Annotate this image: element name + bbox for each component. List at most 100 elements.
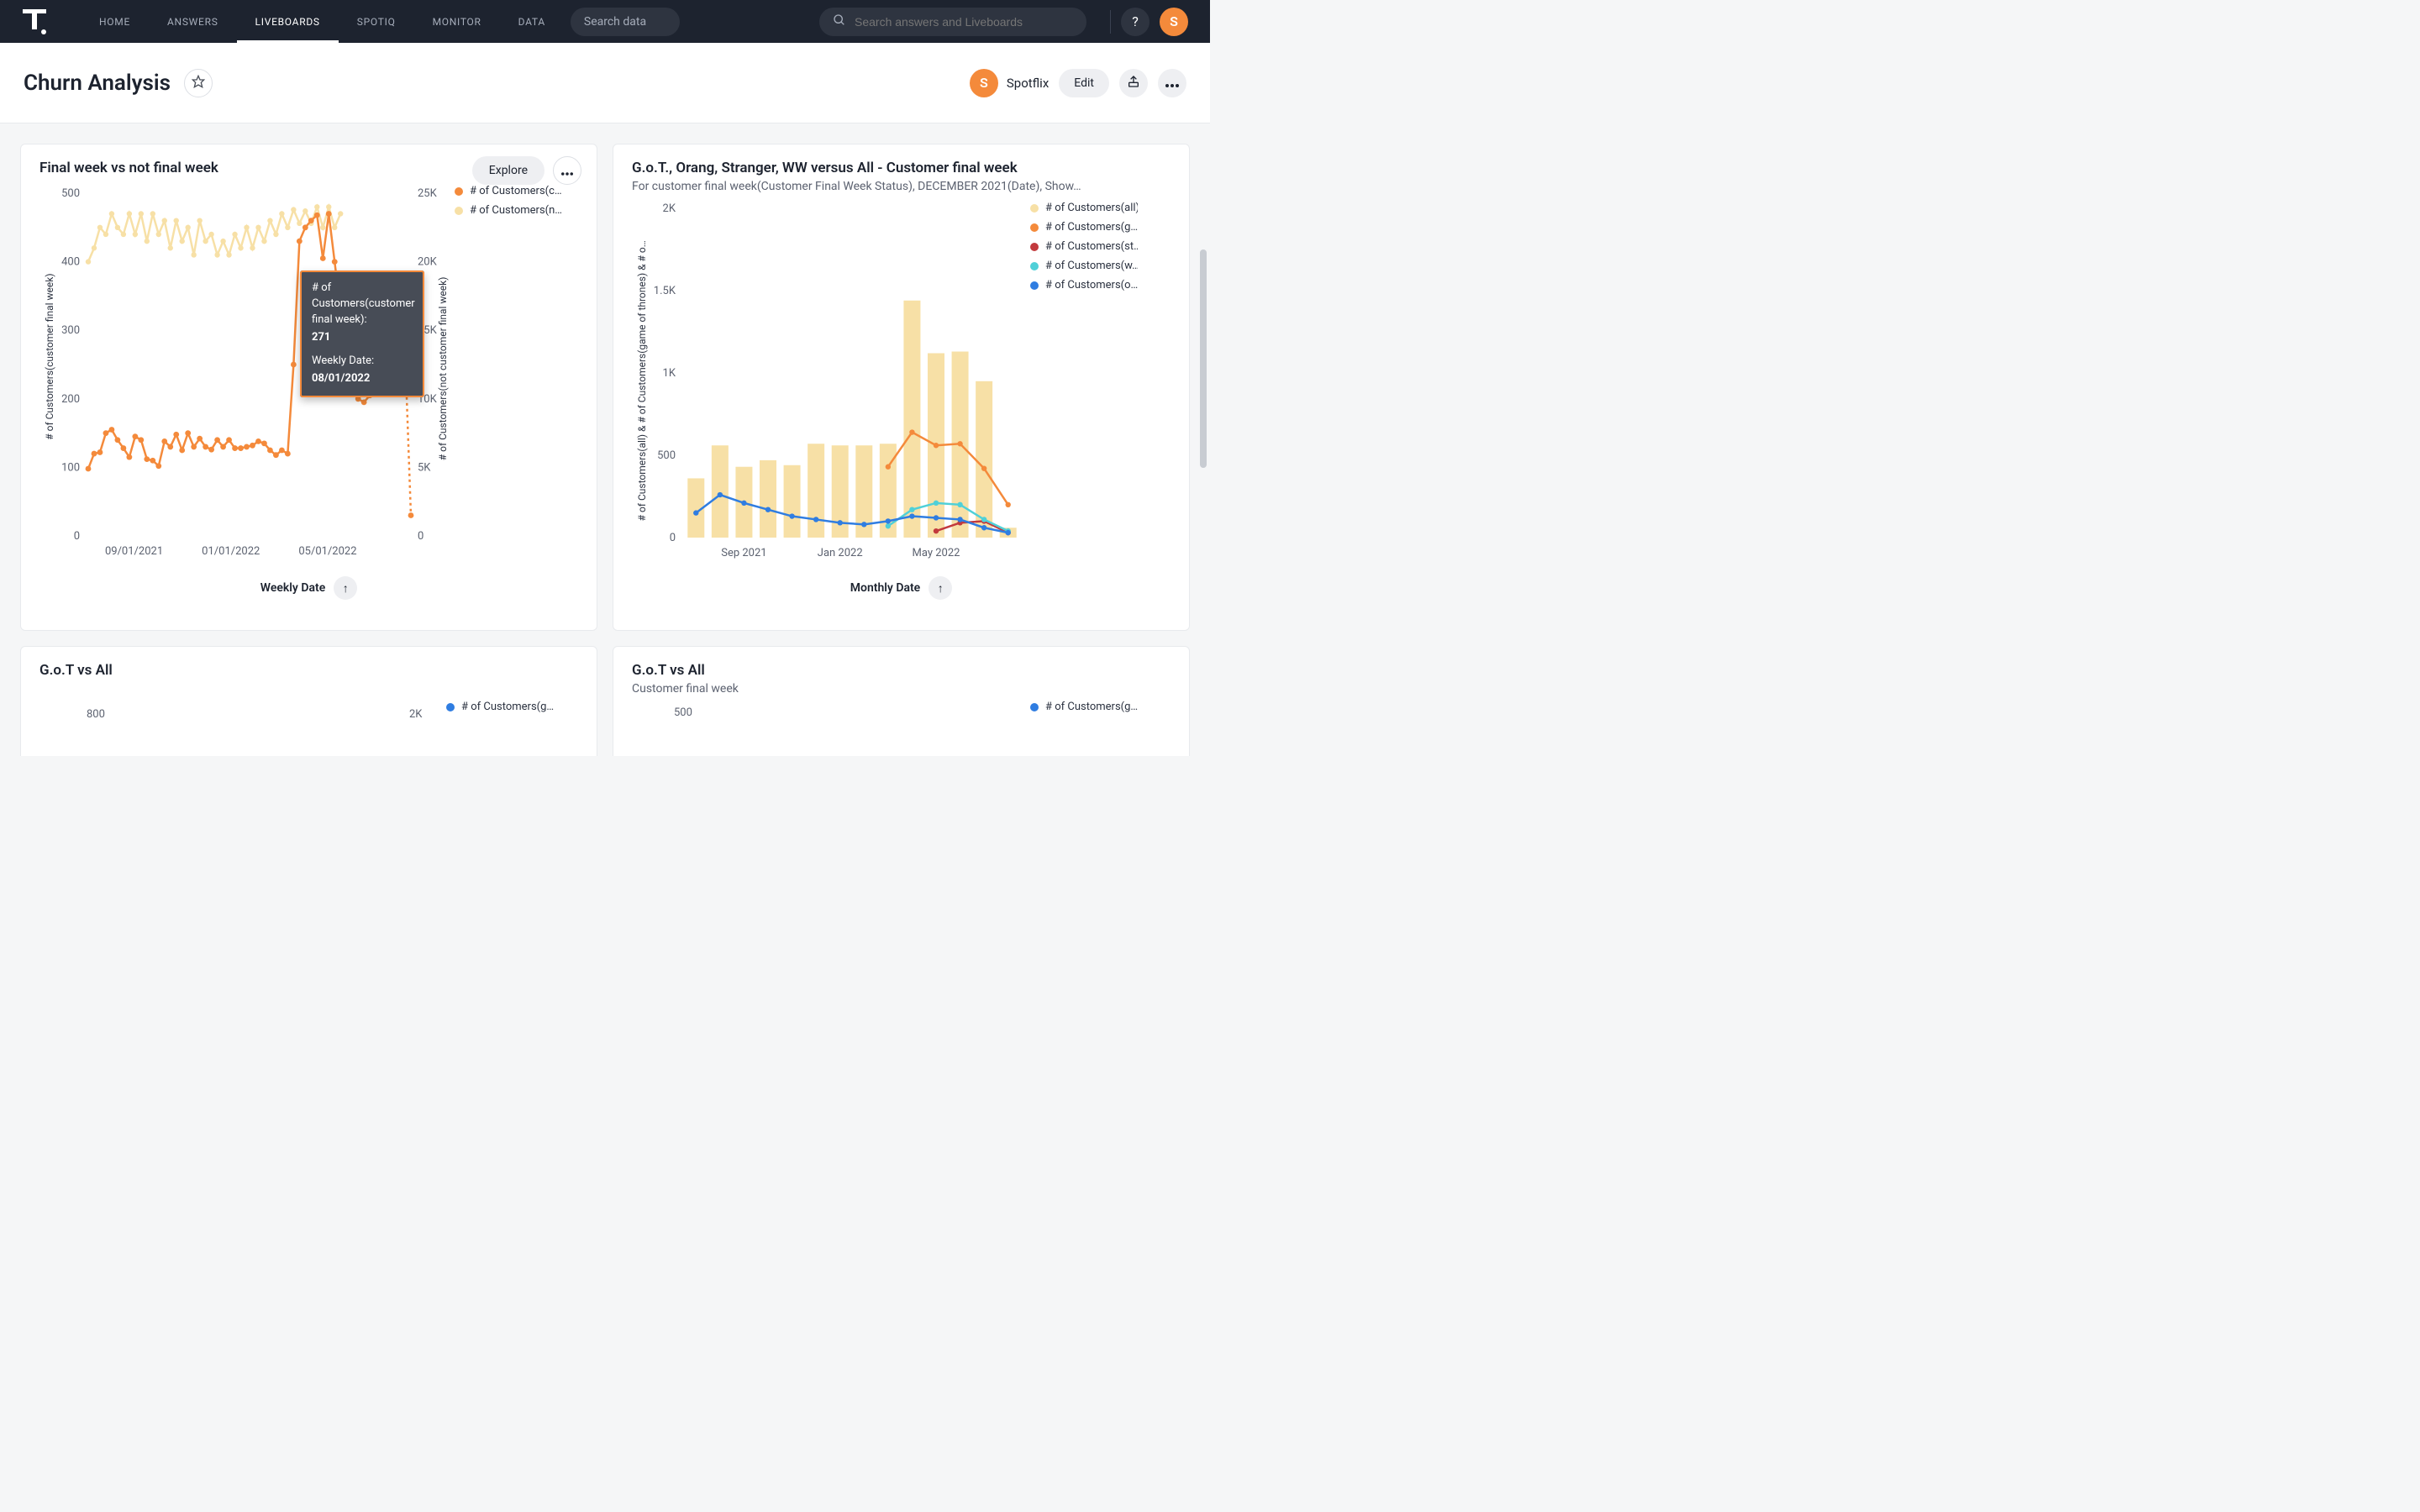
svg-text:25K: 25K	[418, 187, 438, 200]
legend: # of Customers(g…	[446, 701, 555, 726]
legend-item[interactable]: # of Customers(n…	[455, 204, 562, 217]
card-got-vs-all-detail: G.o.T., Orang, Stranger, WW versus All -…	[613, 144, 1190, 631]
card-subtitle: For customer final week(Customer Final W…	[632, 180, 1119, 193]
nav-data[interactable]: DATA	[500, 1, 564, 43]
tooltip-metric-label: # of Customers(customer final week):	[312, 281, 415, 326]
svg-text:05/01/2022: 05/01/2022	[298, 545, 356, 558]
svg-text:0: 0	[418, 530, 424, 543]
chart-got-detail[interactable]: 05001K1.5K2K# of Customers(all) & # of C…	[632, 202, 1027, 571]
page-header: Churn Analysis S Spotflix Edit	[0, 43, 1210, 123]
ellipsis-icon	[561, 163, 573, 179]
svg-text:1.5K: 1.5K	[654, 285, 676, 297]
svg-text:1K: 1K	[663, 367, 676, 380]
card-got-vs-all-left: G.o.T vs All 800 2K # of Customers(g…	[20, 646, 597, 756]
legend-item[interactable]: # of Customers(all)	[1030, 202, 1138, 214]
legend-label: # of Customers(w…	[1045, 260, 1138, 272]
legend-dot-icon	[446, 703, 455, 711]
legend-item[interactable]: # of Customers(g…	[446, 701, 554, 713]
global-search[interactable]	[819, 8, 1086, 36]
card-title: G.o.T vs All	[632, 662, 1171, 679]
legend-label: # of Customers(g…	[1045, 221, 1138, 234]
global-search-input[interactable]	[855, 15, 1073, 29]
legend-dot-icon	[1030, 703, 1039, 711]
svg-text:# of Customers(not customer fi: # of Customers(not customer final week)	[437, 277, 449, 461]
legend-label: # of Customers(all)	[1045, 202, 1138, 214]
app-logo[interactable]	[22, 9, 47, 34]
sort-button[interactable]: ↑	[929, 576, 952, 600]
dashboard: Final week vs not final week Explore 010…	[0, 123, 1210, 756]
chart-got-right[interactable]: 500	[632, 701, 1027, 721]
svg-text:Sep 2021: Sep 2021	[721, 547, 766, 559]
tooltip-metric-value: 271	[312, 330, 413, 346]
svg-text:Jan 2022: Jan 2022	[818, 547, 863, 559]
legend: # of Customers(c… # of Customers(n…	[455, 185, 564, 571]
svg-text:2K: 2K	[663, 202, 676, 215]
card-got-vs-all-right: G.o.T vs All Customer final week 500 # o…	[613, 646, 1190, 756]
nav-monitor[interactable]: MONITOR	[414, 1, 500, 43]
svg-text:09/01/2021: 09/01/2021	[105, 545, 163, 558]
legend-item[interactable]: # of Customers(g…	[1030, 221, 1138, 234]
legend-label: # of Customers(c…	[470, 185, 562, 197]
scrollbar[interactable]	[1198, 123, 1207, 756]
legend-label: # of Customers(st…	[1045, 240, 1138, 253]
tooltip-date-label: Weekly Date:	[312, 354, 374, 367]
svg-text:01/01/2022: 01/01/2022	[202, 545, 260, 558]
y-tick: 500	[674, 706, 692, 719]
edit-button[interactable]: Edit	[1059, 69, 1109, 97]
legend-label: # of Customers(g…	[461, 701, 554, 713]
legend-label: # of Customers(o…	[1045, 279, 1138, 291]
owner-avatar: S	[970, 69, 998, 97]
legend-item[interactable]: # of Customers(st…	[1030, 240, 1138, 253]
search-icon	[833, 13, 846, 30]
nav-spotiq[interactable]: SPOTIQ	[339, 1, 414, 43]
chart-tooltip: # of Customers(customer final week): 271…	[300, 270, 424, 397]
favorite-button[interactable]	[184, 69, 213, 97]
nav-answers[interactable]: ANSWERS	[149, 1, 237, 43]
y-tick-right: 2K	[409, 708, 423, 721]
legend-dot-icon	[1030, 223, 1039, 232]
svg-text:500: 500	[657, 449, 676, 462]
owner-name: Spotflix	[1007, 76, 1049, 91]
top-right-icons: ? S	[1110, 8, 1188, 36]
nav-liveboards[interactable]: LIVEBOARDS	[237, 1, 339, 43]
legend-dot-icon	[1030, 204, 1039, 213]
nav-home[interactable]: HOME	[81, 1, 149, 43]
share-icon	[1127, 75, 1140, 92]
scrollbar-thumb[interactable]	[1200, 249, 1207, 468]
top-nav: HOME ANSWERS LIVEBOARDS SPOTIQ MONITOR D…	[0, 0, 1210, 43]
x-axis-label-row: Monthly Date ↑	[632, 576, 1171, 600]
x-axis-label-row: Weekly Date ↑	[39, 576, 578, 600]
svg-text:0: 0	[670, 532, 676, 544]
nav-links: HOME ANSWERS LIVEBOARDS SPOTIQ MONITOR D…	[81, 1, 564, 43]
explore-button[interactable]: Explore	[472, 156, 544, 185]
arrow-up-icon: ↑	[343, 581, 349, 596]
help-button[interactable]: ?	[1121, 8, 1150, 36]
chart-got-left[interactable]: 800 2K	[39, 701, 443, 726]
card-title: G.o.T., Orang, Stranger, WW versus All -…	[632, 160, 1171, 176]
legend-dot-icon	[455, 187, 463, 196]
legend-item[interactable]: # of Customers(g…	[1030, 701, 1138, 713]
legend-item[interactable]: # of Customers(c…	[455, 185, 562, 197]
legend: # of Customers(all) # of Customers(g… # …	[1030, 202, 1139, 571]
svg-text:500: 500	[61, 187, 80, 200]
legend-item[interactable]: # of Customers(w…	[1030, 260, 1138, 272]
svg-text:0: 0	[74, 530, 80, 543]
legend-item[interactable]: # of Customers(o…	[1030, 279, 1138, 291]
help-icon: ?	[1132, 13, 1139, 29]
page-title: Churn Analysis	[24, 71, 171, 96]
search-data-button[interactable]: Search data	[571, 8, 680, 36]
svg-text:100: 100	[61, 461, 80, 474]
card-menu-button[interactable]	[553, 156, 581, 185]
legend-dot-icon	[1030, 262, 1039, 270]
sort-button[interactable]: ↑	[334, 576, 357, 600]
owner-chip[interactable]: S Spotflix	[970, 69, 1049, 97]
share-button[interactable]	[1119, 69, 1148, 97]
y-tick: 800	[87, 708, 105, 721]
more-button[interactable]	[1158, 69, 1186, 97]
card-title: G.o.T vs All	[39, 662, 578, 679]
legend-label: # of Customers(g…	[1045, 701, 1138, 713]
user-avatar[interactable]: S	[1160, 8, 1188, 36]
separator	[1110, 10, 1111, 34]
arrow-up-icon: ↑	[938, 581, 944, 596]
legend-dot-icon	[1030, 243, 1039, 251]
